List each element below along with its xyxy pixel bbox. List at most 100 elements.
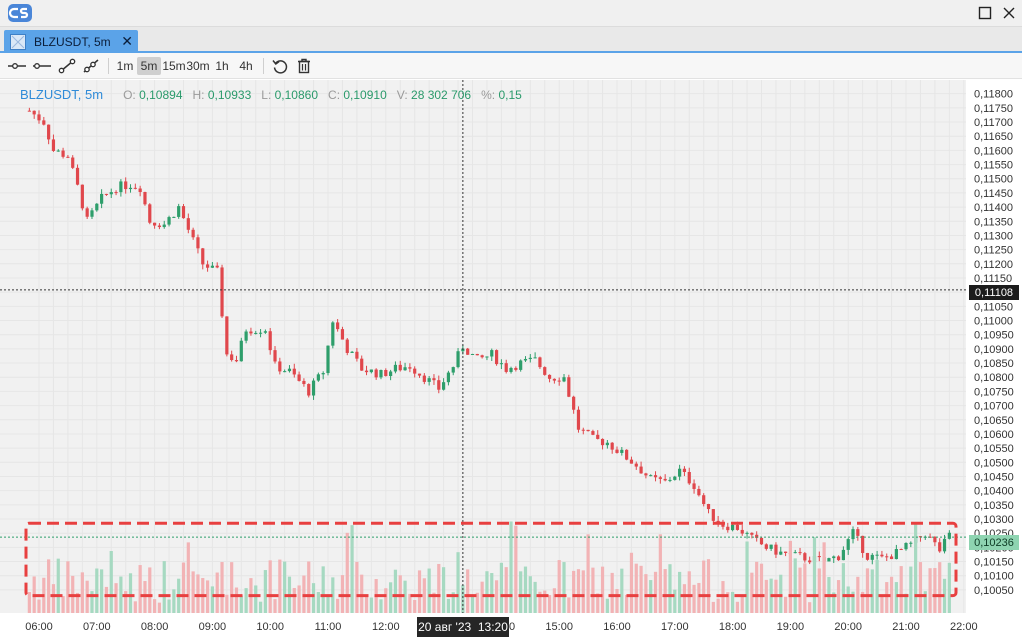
candle-body — [258, 332, 263, 334]
volume-bar — [504, 567, 508, 613]
timeframe-1m[interactable]: 1m — [115, 57, 135, 75]
candle-body — [360, 358, 364, 371]
candle-body — [846, 539, 850, 550]
volume-bar — [668, 564, 672, 613]
candle-body — [938, 542, 942, 552]
volume-bar — [750, 572, 754, 613]
horizontal-ray-icon[interactable] — [6, 57, 28, 75]
candle-body — [196, 237, 200, 249]
candle-body — [273, 350, 277, 362]
candle-body — [177, 206, 181, 217]
horizontal-segment-icon[interactable] — [31, 57, 53, 75]
volume-bar — [167, 599, 171, 613]
volume-bar — [27, 592, 31, 613]
volume-bar — [360, 574, 364, 613]
price-tick-label: 0,10600 — [974, 429, 1014, 441]
candle-body — [894, 549, 898, 560]
timeframe-4h[interactable]: 4h — [236, 57, 256, 75]
candle-body — [186, 218, 190, 230]
candle-body — [682, 468, 687, 473]
open-value: 0,10894 — [139, 88, 183, 102]
volume-bar — [576, 569, 581, 613]
volume-bar — [446, 598, 451, 613]
crosshair-time-label: 20 авг '23 13:20 — [417, 617, 509, 637]
volume-bar — [350, 525, 354, 613]
candle-body — [340, 329, 345, 340]
trend-ray-icon[interactable] — [80, 57, 102, 75]
candle-body — [230, 354, 234, 361]
legend-symbol: BLZUSDT, 5m — [20, 87, 104, 102]
tab-close-icon[interactable]: ✕ — [121, 33, 133, 49]
timeframe-1h[interactable]: 1h — [212, 57, 232, 75]
tab-blzusdt[interactable]: BLZUSDT, 5m ✕ — [4, 30, 138, 53]
close-label: C: — [328, 88, 341, 102]
candle-body — [692, 483, 696, 489]
candle-body — [644, 473, 648, 476]
candle-body — [629, 459, 634, 464]
candle-body — [711, 509, 715, 521]
volume-bar — [128, 573, 133, 613]
trash-icon[interactable] — [294, 57, 314, 75]
candle-body — [128, 187, 133, 190]
candle-body — [841, 549, 845, 561]
candle-body — [504, 363, 508, 372]
chart-canvas[interactable]: 0,11800 0,11750 0,11700 0,11650 0,11600 0,115… — [0, 80, 1022, 640]
volume-bar — [634, 563, 638, 613]
volume-bar — [812, 537, 817, 613]
maximize-icon[interactable] — [976, 4, 994, 22]
candle-body — [726, 526, 730, 531]
candle-body — [759, 537, 764, 545]
volume-bar — [56, 558, 60, 613]
volume-bar — [437, 563, 441, 613]
volume-bar — [658, 534, 662, 613]
candle-body — [702, 495, 706, 505]
candle-body — [302, 380, 306, 385]
volume-bar — [326, 595, 330, 613]
time-tick-label: 19:00 — [777, 621, 805, 633]
volume-bar — [239, 595, 243, 613]
volume-bar — [755, 561, 759, 613]
volume-bar — [653, 571, 658, 613]
candle-body — [191, 229, 195, 238]
volume-bar — [591, 567, 595, 613]
candle-body — [827, 558, 831, 562]
candle-body — [538, 357, 542, 368]
price-chart[interactable]: 0,11800 0,11750 0,11700 0,11650 0,11600 0,115… — [0, 80, 1022, 640]
time-tick-label: 17:00 — [661, 621, 689, 633]
candle-body — [836, 556, 841, 561]
volume-bar — [788, 540, 792, 613]
candle-body — [263, 331, 267, 333]
candle-body — [42, 120, 46, 125]
crosshair-price-label: 0,11108 — [969, 285, 1019, 300]
candle-body — [374, 369, 378, 378]
candle-body — [432, 378, 436, 381]
volume-bar — [702, 560, 706, 613]
price-tick-label: 0,11500 — [974, 174, 1013, 186]
candle-body — [249, 331, 253, 334]
price-tick-label: 0,10150 — [974, 557, 1014, 569]
refresh-icon[interactable] — [269, 57, 291, 75]
volume-bar — [557, 560, 561, 613]
volume-bar — [764, 579, 768, 613]
candle-body — [649, 475, 653, 477]
candle-body — [355, 351, 359, 359]
volume-bar — [822, 542, 826, 613]
volume-bar — [615, 589, 619, 613]
volume-bar — [909, 566, 913, 613]
price-tick-label: 0,11450 — [974, 188, 1013, 200]
candle-body — [523, 358, 528, 361]
candle-body — [557, 380, 561, 382]
timeframe-5m[interactable]: 5m — [137, 57, 161, 75]
timeframe-15m[interactable]: 15m — [162, 57, 186, 75]
candle-body — [678, 468, 682, 477]
timeframe-30m[interactable]: 30m — [186, 57, 210, 75]
volume-bar — [552, 588, 556, 613]
candle-body — [653, 475, 658, 478]
candle-body — [56, 150, 60, 152]
time-tick-label: 07:00 — [83, 621, 111, 633]
price-tick-label: 0,11650 — [974, 131, 1013, 143]
close-icon[interactable] — [1000, 4, 1018, 22]
price-tick-label: 0,10750 — [974, 386, 1014, 398]
candle-body — [364, 370, 369, 373]
trend-line-icon[interactable] — [56, 57, 78, 75]
